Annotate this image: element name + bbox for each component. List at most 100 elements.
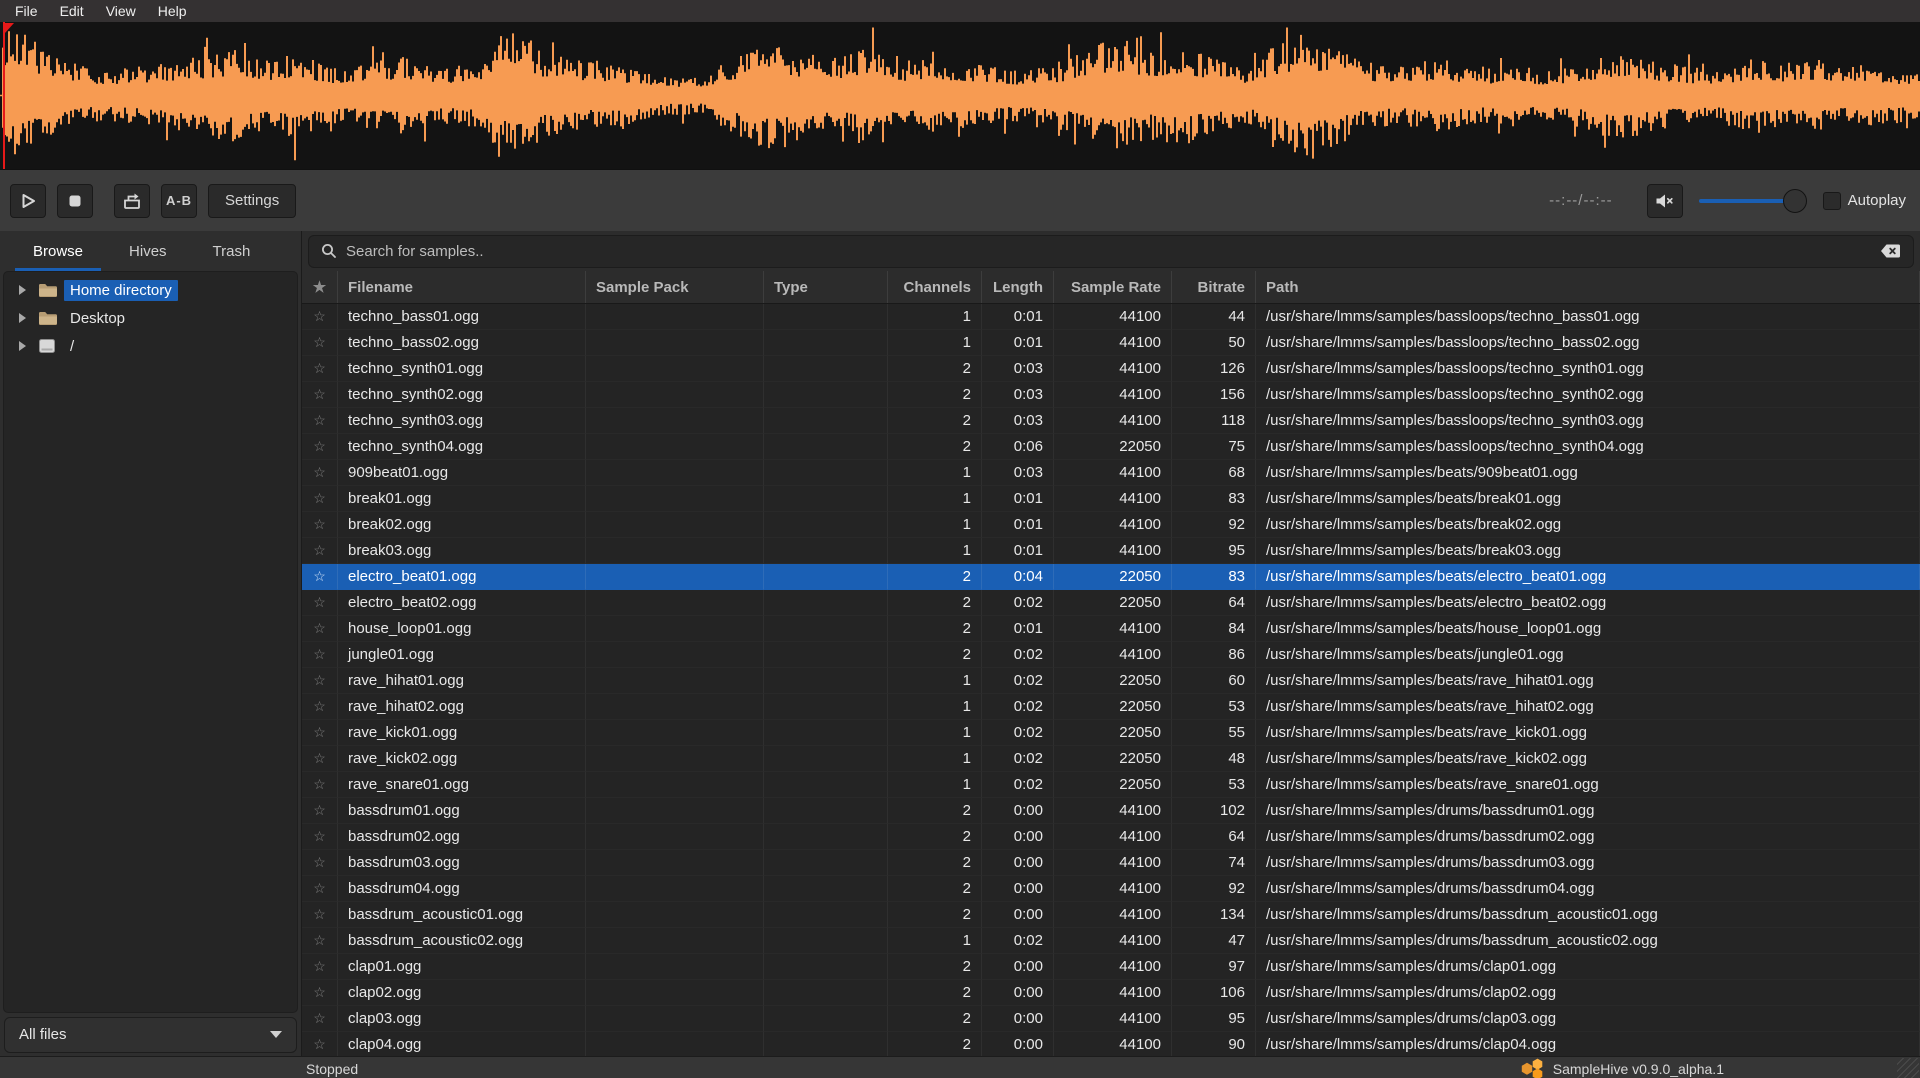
cell-type [764, 720, 888, 746]
column-header-type[interactable]: Type [764, 271, 888, 303]
star-icon[interactable]: ☆ [302, 772, 338, 798]
table-row[interactable]: ☆rave_kick01.ogg10:022205055/usr/share/l… [302, 720, 1920, 746]
resize-grip[interactable] [1897, 1058, 1919, 1078]
cell-channels: 2 [888, 902, 982, 928]
menu-item-view[interactable]: View [95, 1, 147, 21]
star-icon[interactable]: ☆ [302, 590, 338, 616]
table-row[interactable]: ☆electro_beat01.ogg20:042205083/usr/shar… [302, 564, 1920, 590]
table-row[interactable]: ☆rave_kick02.ogg10:022205048/usr/share/l… [302, 746, 1920, 772]
waveform-panel[interactable] [0, 22, 1920, 170]
table-row[interactable]: ☆techno_synth04.ogg20:062205075/usr/shar… [302, 434, 1920, 460]
star-icon[interactable]: ☆ [302, 512, 338, 538]
star-icon[interactable]: ☆ [302, 980, 338, 1006]
table-row[interactable]: ☆house_loop01.ogg20:014410084/usr/share/… [302, 616, 1920, 642]
loop-button[interactable] [114, 184, 150, 218]
table-row[interactable]: ☆rave_hihat01.ogg10:022205060/usr/share/… [302, 668, 1920, 694]
star-icon[interactable]: ☆ [302, 408, 338, 434]
star-icon[interactable]: ☆ [302, 1032, 338, 1056]
table-row[interactable]: ☆techno_synth03.ogg20:0344100118/usr/sha… [302, 408, 1920, 434]
star-icon[interactable]: ☆ [302, 538, 338, 564]
tab-browse[interactable]: Browse [10, 231, 106, 271]
play-button[interactable] [10, 184, 46, 218]
table-row[interactable]: ☆clap02.ogg20:0044100106/usr/share/lmms/… [302, 980, 1920, 1006]
star-icon[interactable]: ☆ [302, 330, 338, 356]
table-row[interactable]: ☆techno_synth01.ogg20:0344100126/usr/sha… [302, 356, 1920, 382]
tree-item-home-directory[interactable]: Home directory [4, 276, 297, 304]
cell-sample-pack [586, 980, 764, 1006]
star-icon[interactable]: ☆ [302, 824, 338, 850]
collapse-arrow-icon[interactable] [19, 313, 26, 323]
table-row[interactable]: ☆break01.ogg10:014410083/usr/share/lmms/… [302, 486, 1920, 512]
file-filter-dropdown[interactable]: All files [4, 1017, 297, 1053]
column-header-channels[interactable]: Channels [888, 271, 982, 303]
star-icon[interactable]: ☆ [302, 460, 338, 486]
volume-slider-knob[interactable] [1783, 189, 1807, 213]
table-row[interactable]: ☆bassdrum_acoustic02.ogg10:024410047/usr… [302, 928, 1920, 954]
ab-loop-button[interactable]: A-B [161, 184, 197, 218]
transport-toolbar: A-B Settings --:--/--:-- Autoplay [0, 170, 1920, 231]
star-icon[interactable]: ☆ [302, 434, 338, 460]
table-row[interactable]: ☆bassdrum02.ogg20:004410064/usr/share/lm… [302, 824, 1920, 850]
star-icon[interactable]: ☆ [302, 850, 338, 876]
clear-search-icon[interactable] [1880, 243, 1901, 259]
star-icon[interactable]: ☆ [302, 902, 338, 928]
star-icon[interactable]: ☆ [302, 564, 338, 590]
table-row[interactable]: ☆bassdrum01.ogg20:0044100102/usr/share/l… [302, 798, 1920, 824]
cell-type [764, 486, 888, 512]
column-header-favorite[interactable]: ★ [302, 271, 338, 303]
star-icon[interactable]: ☆ [302, 356, 338, 382]
table-row[interactable]: ☆clap04.ogg20:004410090/usr/share/lmms/s… [302, 1032, 1920, 1056]
column-header-length[interactable]: Length [982, 271, 1054, 303]
star-icon[interactable]: ☆ [302, 954, 338, 980]
table-row[interactable]: ☆clap01.ogg20:004410097/usr/share/lmms/s… [302, 954, 1920, 980]
table-row[interactable]: ☆bassdrum04.ogg20:004410092/usr/share/lm… [302, 876, 1920, 902]
star-icon[interactable]: ☆ [302, 668, 338, 694]
table-row[interactable]: ☆909beat01.ogg10:034410068/usr/share/lmm… [302, 460, 1920, 486]
column-header-filename[interactable]: Filename [338, 271, 586, 303]
star-icon[interactable]: ☆ [302, 720, 338, 746]
star-icon[interactable]: ☆ [302, 1006, 338, 1032]
playhead-marker[interactable] [3, 22, 5, 169]
volume-slider[interactable] [1699, 188, 1807, 214]
star-icon[interactable]: ☆ [302, 382, 338, 408]
star-icon[interactable]: ☆ [302, 876, 338, 902]
star-icon[interactable]: ☆ [302, 746, 338, 772]
column-header-sample-pack[interactable]: Sample Pack [586, 271, 764, 303]
table-row[interactable]: ☆bassdrum_acoustic01.ogg20:0044100134/us… [302, 902, 1920, 928]
menu-item-file[interactable]: File [4, 1, 49, 21]
star-icon[interactable]: ☆ [302, 616, 338, 642]
collapse-arrow-icon[interactable] [19, 341, 26, 351]
table-row[interactable]: ☆break03.ogg10:014410095/usr/share/lmms/… [302, 538, 1920, 564]
star-icon[interactable]: ☆ [302, 486, 338, 512]
tree-item-desktop[interactable]: Desktop [4, 304, 297, 332]
column-header-bitrate[interactable]: Bitrate [1172, 271, 1256, 303]
table-row[interactable]: ☆techno_bass02.ogg10:014410050/usr/share… [302, 330, 1920, 356]
star-icon[interactable]: ☆ [302, 304, 338, 330]
table-row[interactable]: ☆rave_snare01.ogg10:022205053/usr/share/… [302, 772, 1920, 798]
autoplay-checkbox[interactable] [1823, 192, 1841, 210]
search-input[interactable]: Search for samples.. [308, 235, 1914, 268]
table-row[interactable]: ☆break02.ogg10:014410092/usr/share/lmms/… [302, 512, 1920, 538]
menu-item-edit[interactable]: Edit [49, 1, 95, 21]
table-row[interactable]: ☆techno_bass01.ogg10:014410044/usr/share… [302, 304, 1920, 330]
table-row[interactable]: ☆rave_hihat02.ogg10:022205053/usr/share/… [302, 694, 1920, 720]
mute-button[interactable] [1647, 184, 1683, 218]
column-header-path[interactable]: Path [1256, 271, 1920, 303]
table-row[interactable]: ☆techno_synth02.ogg20:0344100156/usr/sha… [302, 382, 1920, 408]
table-row[interactable]: ☆clap03.ogg20:004410095/usr/share/lmms/s… [302, 1006, 1920, 1032]
table-row[interactable]: ☆electro_beat02.ogg20:022205064/usr/shar… [302, 590, 1920, 616]
star-icon[interactable]: ☆ [302, 642, 338, 668]
tab-hives[interactable]: Hives [106, 231, 190, 271]
table-row[interactable]: ☆bassdrum03.ogg20:004410074/usr/share/lm… [302, 850, 1920, 876]
star-icon[interactable]: ☆ [302, 798, 338, 824]
settings-button[interactable]: Settings [208, 184, 296, 218]
tree-item--[interactable]: / [4, 332, 297, 360]
star-icon[interactable]: ☆ [302, 694, 338, 720]
stop-button[interactable] [57, 184, 93, 218]
menu-item-help[interactable]: Help [147, 1, 198, 21]
column-header-sample-rate[interactable]: Sample Rate [1054, 271, 1172, 303]
collapse-arrow-icon[interactable] [19, 285, 26, 295]
star-icon[interactable]: ☆ [302, 928, 338, 954]
table-row[interactable]: ☆jungle01.ogg20:024410086/usr/share/lmms… [302, 642, 1920, 668]
tab-trash[interactable]: Trash [190, 231, 274, 271]
